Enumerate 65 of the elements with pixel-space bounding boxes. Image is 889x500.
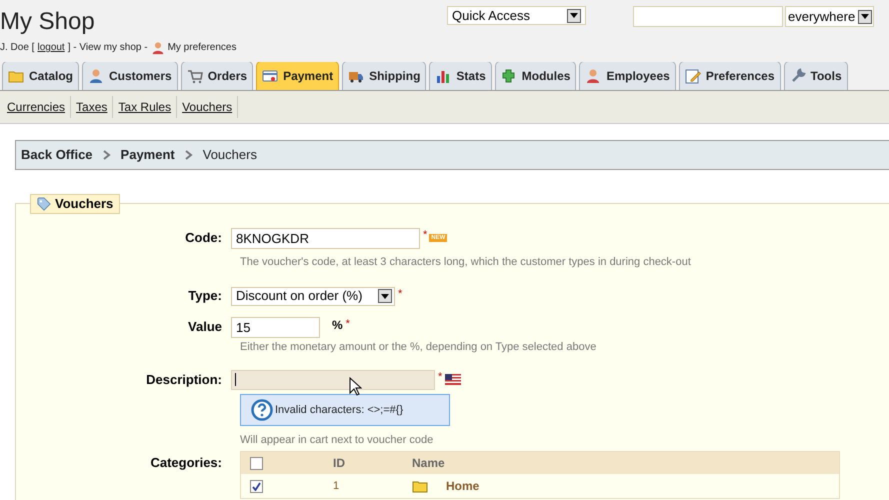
nav-tab[interactable]: Tools bbox=[784, 61, 848, 90]
subtab-link[interactable]: Currencies bbox=[2, 96, 72, 118]
subtab-link[interactable]: Vouchers bbox=[177, 96, 238, 118]
nav-tab[interactable]: Employees bbox=[579, 61, 676, 90]
wrench-icon bbox=[790, 68, 806, 84]
tooltip-text: Invalid characters: <>;=#{} bbox=[275, 402, 404, 418]
subtab-link[interactable]: Tax Rules bbox=[113, 96, 178, 118]
nav-tab[interactable]: Stats bbox=[429, 61, 492, 90]
field-label: Description: bbox=[145, 370, 223, 389]
pencil-icon bbox=[684, 68, 701, 84]
person-icon bbox=[150, 40, 165, 54]
person-icon bbox=[88, 68, 104, 84]
chevron-icon bbox=[184, 150, 193, 160]
required-mark: * bbox=[398, 287, 402, 302]
type-select[interactable]: Discount on order (%) bbox=[231, 286, 395, 306]
checkbox[interactable] bbox=[250, 456, 263, 470]
user-bar-text: J. Doe [ bbox=[0, 41, 34, 55]
cursor-icon bbox=[349, 377, 362, 397]
checkbox[interactable] bbox=[250, 480, 263, 492]
value-field[interactable]: 15 bbox=[231, 316, 320, 338]
search-field[interactable] bbox=[633, 6, 783, 27]
nav-tab[interactable]: Orders bbox=[180, 61, 254, 90]
required-mark: * bbox=[346, 317, 350, 332]
subtab-link[interactable]: Taxes bbox=[71, 96, 114, 118]
nav-tab[interactable]: Payment bbox=[256, 61, 340, 90]
nav-tab[interactable]: Modules bbox=[494, 61, 576, 90]
shop-title: My Shop bbox=[0, 8, 96, 36]
nav-tab[interactable]: Customers bbox=[82, 61, 178, 90]
breadcrumb-item[interactable]: Payment bbox=[120, 145, 175, 165]
field-label: Categories: bbox=[149, 454, 223, 472]
nav-tab[interactable]: Shipping bbox=[342, 61, 426, 90]
required-mark: * bbox=[423, 228, 428, 243]
person-icon bbox=[585, 68, 602, 84]
legend-text: Vouchers bbox=[55, 195, 114, 214]
field-label: Type: bbox=[187, 287, 223, 306]
field-label: Code: bbox=[184, 229, 223, 248]
table-cell-text: 1 bbox=[333, 478, 340, 494]
card-icon bbox=[262, 68, 278, 84]
column-header: ID bbox=[333, 455, 346, 472]
logout-link[interactable]: logout bbox=[37, 40, 65, 55]
search-scope-select[interactable]: everywhere bbox=[785, 6, 874, 27]
required-mark: * bbox=[438, 370, 442, 385]
nav-tab[interactable]: Preferences bbox=[678, 61, 781, 90]
tag-icon bbox=[37, 197, 51, 211]
preferences-link[interactable]: My preferences bbox=[168, 40, 236, 55]
nav-tab[interactable]: Catalog bbox=[2, 61, 80, 90]
help-text: Either the monetary amount or the %, depending on Type selected above bbox=[240, 340, 598, 354]
field-label: Value bbox=[187, 318, 223, 336]
quick-access-select[interactable]: Quick Access bbox=[447, 6, 586, 25]
breadcrumb-item[interactable]: Back Office bbox=[21, 145, 93, 165]
description-field[interactable] bbox=[231, 370, 435, 390]
column-header: Name bbox=[412, 455, 445, 472]
help-icon bbox=[251, 399, 273, 421]
flag-icon bbox=[445, 374, 462, 385]
user-bar-text: ] - View my shop - bbox=[68, 41, 148, 55]
unit-label: % bbox=[332, 317, 343, 334]
help-text: Will appear in cart next to voucher code bbox=[240, 433, 434, 447]
chevron-icon bbox=[102, 150, 111, 160]
cart-icon bbox=[186, 68, 203, 84]
breadcrumb-item[interactable]: Vouchers bbox=[202, 145, 257, 165]
code-field[interactable]: 8KNOGKDR bbox=[231, 228, 420, 248]
help-text: The voucher's code, at least 3 characters long, which the customer types in during check-out bbox=[240, 255, 692, 269]
bar-chart-icon bbox=[435, 68, 452, 84]
table-cell-text: Home bbox=[446, 478, 480, 495]
folder-icon bbox=[412, 479, 428, 493]
